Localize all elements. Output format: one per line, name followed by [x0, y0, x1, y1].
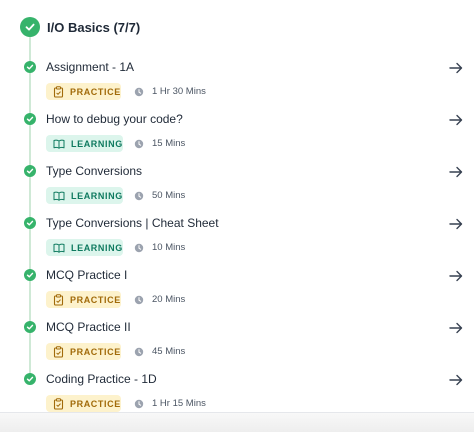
completed-check-icon	[24, 61, 36, 73]
item-title[interactable]: MCQ Practice I	[46, 268, 127, 282]
type-badge: PRACTICE	[46, 395, 121, 412]
duration: 50 Mins	[134, 190, 185, 201]
completed-check-icon	[24, 269, 36, 281]
item-title[interactable]: Type Conversions	[46, 164, 142, 178]
duration-text: 1 Hr 30 Mins	[152, 86, 206, 97]
badge-label: PRACTICE	[70, 294, 121, 305]
badge-label: PRACTICE	[70, 346, 121, 357]
type-badge: LEARNING	[46, 187, 123, 204]
type-badge: PRACTICE	[46, 291, 121, 308]
list-item-assignment-1a[interactable]: Assignment - 1A PRACTICE 1 Hr 30 Mins	[0, 58, 474, 110]
duration: 1 Hr 30 Mins	[134, 86, 206, 97]
clipboard-icon	[53, 293, 64, 306]
type-badge: LEARNING	[46, 239, 123, 256]
duration-text: 1 Hr 15 Mins	[152, 398, 206, 409]
type-badge: PRACTICE	[46, 343, 121, 360]
book-icon	[53, 242, 65, 254]
list-item-how-to-debug[interactable]: How to debug your code? LEARNING 15 Mins	[0, 110, 474, 162]
clipboard-icon	[53, 397, 64, 410]
arrow-right-icon[interactable]	[448, 268, 464, 284]
arrow-right-icon[interactable]	[448, 60, 464, 76]
clipboard-icon	[53, 85, 64, 98]
arrow-right-icon[interactable]	[448, 216, 464, 232]
badge-label: LEARNING	[71, 138, 123, 149]
book-icon	[53, 190, 65, 202]
completed-check-icon	[20, 17, 40, 37]
completed-check-icon	[24, 113, 36, 125]
list-item-type-conversions[interactable]: Type Conversions LEARNING 50 Mins	[0, 162, 474, 214]
completed-check-icon	[24, 373, 36, 385]
item-title[interactable]: MCQ Practice II	[46, 320, 131, 334]
list-item-mcq-practice-2[interactable]: MCQ Practice II PRACTICE 45 Mins	[0, 318, 474, 370]
clock-icon	[134, 191, 144, 201]
list-item-type-conversions-cheat-sheet[interactable]: Type Conversions | Cheat Sheet LEARNING …	[0, 214, 474, 266]
duration-text: 50 Mins	[152, 190, 186, 201]
duration-text: 20 Mins	[152, 294, 186, 305]
duration: 20 Mins	[134, 294, 185, 305]
clock-icon	[134, 139, 144, 149]
section-title: I/O Basics (7/7)	[47, 19, 141, 35]
book-icon	[53, 138, 65, 150]
duration: 45 Mins	[134, 346, 185, 357]
clock-icon	[134, 243, 144, 253]
arrow-right-icon[interactable]	[448, 372, 464, 388]
section-header[interactable]: I/O Basics (7/7)	[20, 16, 140, 38]
clock-icon	[134, 87, 144, 97]
badge-label: LEARNING	[71, 190, 123, 201]
arrow-right-icon[interactable]	[448, 112, 464, 128]
duration: 10 Mins	[134, 242, 185, 253]
duration-text: 45 Mins	[152, 346, 186, 357]
badge-label: LEARNING	[71, 242, 123, 253]
duration: 1 Hr 15 Mins	[134, 398, 206, 409]
badge-label: PRACTICE	[70, 86, 121, 97]
list-item-mcq-practice-1[interactable]: MCQ Practice I PRACTICE 20 Mins	[0, 266, 474, 318]
badge-label: PRACTICE	[70, 398, 121, 409]
arrow-right-icon[interactable]	[448, 164, 464, 180]
item-title[interactable]: Type Conversions | Cheat Sheet	[46, 216, 219, 230]
clock-icon	[134, 399, 144, 409]
clipboard-icon	[53, 345, 64, 358]
completed-check-icon	[24, 217, 36, 229]
item-title[interactable]: Assignment - 1A	[46, 60, 134, 74]
arrow-right-icon[interactable]	[448, 320, 464, 336]
clock-icon	[134, 295, 144, 305]
item-title[interactable]: How to debug your code?	[46, 112, 183, 126]
item-title[interactable]: Coding Practice - 1D	[46, 372, 157, 386]
duration-text: 15 Mins	[152, 138, 186, 149]
clock-icon	[134, 347, 144, 357]
type-badge: PRACTICE	[46, 83, 121, 100]
type-badge: LEARNING	[46, 135, 123, 152]
duration: 15 Mins	[134, 138, 185, 149]
duration-text: 10 Mins	[152, 242, 186, 253]
completed-check-icon	[24, 321, 36, 333]
completed-check-icon	[24, 165, 36, 177]
bottom-edge	[0, 412, 474, 432]
